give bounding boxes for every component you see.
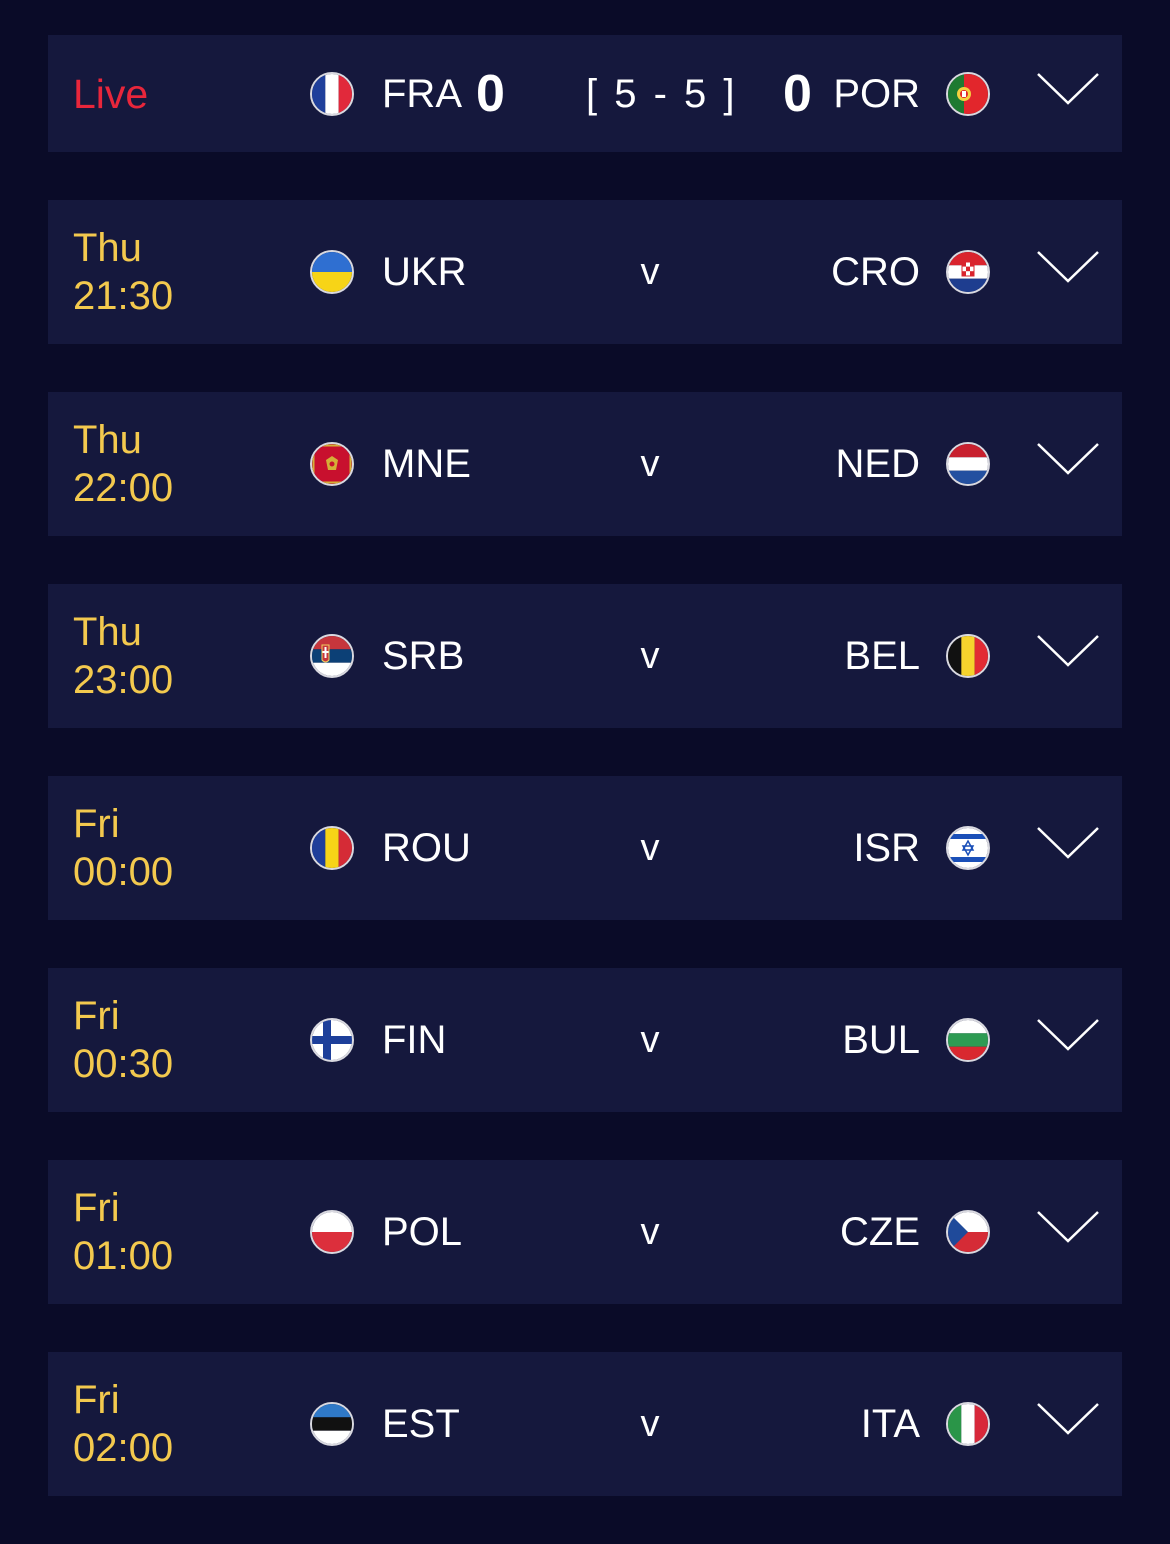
home-team-code: FRA — [382, 71, 462, 116]
home-team-code: SRB — [382, 634, 465, 678]
aggregate-score: [ 5 - 5 ] — [586, 71, 738, 116]
chevron-down-icon[interactable] — [1036, 442, 1100, 476]
fixture-row[interactable]: Thu 23:00 SRB v BEL — [48, 584, 1122, 728]
chevron-down-icon[interactable] — [1036, 1018, 1100, 1052]
away-team-code: ISR — [853, 826, 920, 870]
away-team-code: CRO — [831, 250, 920, 294]
flag-netherlands-icon — [946, 442, 990, 486]
away-team-code: NED — [835, 442, 920, 486]
kickoff-time: 23:00 — [73, 658, 174, 702]
flag-ukraine-icon — [310, 250, 354, 294]
home-team-code: MNE — [382, 442, 471, 486]
kickoff: Fri 02:00 — [73, 1376, 173, 1472]
fixture-row[interactable]: Fri 00:00 ROU v ISR — [48, 776, 1122, 920]
flag-finland-icon — [310, 1018, 354, 1062]
home-team-code: FIN — [382, 1018, 447, 1062]
chevron-down-icon[interactable] — [1036, 1402, 1100, 1436]
kickoff-day: Thu — [73, 418, 142, 462]
away-team-code: POR — [833, 71, 920, 116]
kickoff-day: Thu — [73, 226, 142, 270]
chevron-down-icon[interactable] — [1036, 250, 1100, 284]
flag-belgium-icon — [946, 634, 990, 678]
kickoff-time: 01:00 — [73, 1234, 174, 1278]
chevron-down-icon[interactable] — [1036, 634, 1100, 668]
kickoff-day: Fri — [73, 994, 120, 1038]
chevron-down-icon[interactable] — [1036, 72, 1100, 106]
flag-montenegro-icon — [310, 442, 354, 486]
fixture-row[interactable]: Fri 02:00 EST v ITA — [48, 1352, 1122, 1496]
kickoff-day: Thu — [73, 610, 142, 654]
away-team-code: CZE — [840, 1210, 920, 1254]
flag-israel-icon — [946, 826, 990, 870]
kickoff: Thu 23:00 — [73, 608, 173, 704]
kickoff: Fri 00:30 — [73, 992, 173, 1088]
home-team-code: EST — [382, 1402, 460, 1446]
flag-portugal-icon — [946, 71, 990, 116]
kickoff-time: 22:00 — [73, 466, 174, 510]
kickoff-day: Fri — [73, 1378, 120, 1422]
away-team-code: BEL — [844, 634, 920, 678]
fixture-row[interactable]: Thu 21:30 UKR v CRO — [48, 200, 1122, 344]
away-score: 0 — [783, 64, 812, 123]
live-match-row[interactable]: Live FRA 0 [ 5 - 5 ] 0 POR — [48, 35, 1122, 152]
live-label: Live — [73, 70, 149, 117]
fixture-row[interactable]: Fri 00:30 FIN v BUL — [48, 968, 1122, 1112]
flag-estonia-icon — [310, 1402, 354, 1446]
kickoff-day: Fri — [73, 1186, 120, 1230]
kickoff: Fri 01:00 — [73, 1184, 173, 1280]
home-team-code: ROU — [382, 826, 471, 870]
kickoff: Thu 21:30 — [73, 224, 173, 320]
flag-france-icon — [310, 71, 354, 116]
kickoff-time: 21:30 — [73, 274, 174, 318]
away-team-code: BUL — [842, 1018, 920, 1062]
kickoff: Thu 22:00 — [73, 416, 173, 512]
kickoff: Fri 00:00 — [73, 800, 173, 896]
fixture-row[interactable]: Fri 01:00 POL v CZE — [48, 1160, 1122, 1304]
flag-romania-icon — [310, 826, 354, 870]
fixture-row[interactable]: Thu 22:00 MNE v NED — [48, 392, 1122, 536]
chevron-down-icon[interactable] — [1036, 1210, 1100, 1244]
kickoff-time: 02:00 — [73, 1426, 174, 1470]
flag-croatia-icon — [946, 250, 990, 294]
home-team-code: POL — [382, 1210, 463, 1254]
chevron-down-icon[interactable] — [1036, 826, 1100, 860]
kickoff-time: 00:30 — [73, 1042, 174, 1086]
away-team-code: ITA — [860, 1402, 920, 1446]
flag-poland-icon — [310, 1210, 354, 1254]
flag-czechia-icon — [946, 1210, 990, 1254]
home-team-code: UKR — [382, 250, 467, 294]
home-score: 0 — [476, 64, 505, 123]
kickoff-day: Fri — [73, 802, 120, 846]
kickoff-time: 00:00 — [73, 850, 174, 894]
fixtures-list: Live FRA 0 [ 5 - 5 ] 0 POR Thu 21:30 UKR… — [48, 35, 1122, 1544]
flag-serbia-icon — [310, 634, 354, 678]
flag-bulgaria-icon — [946, 1018, 990, 1062]
flag-italy-icon — [946, 1402, 990, 1446]
